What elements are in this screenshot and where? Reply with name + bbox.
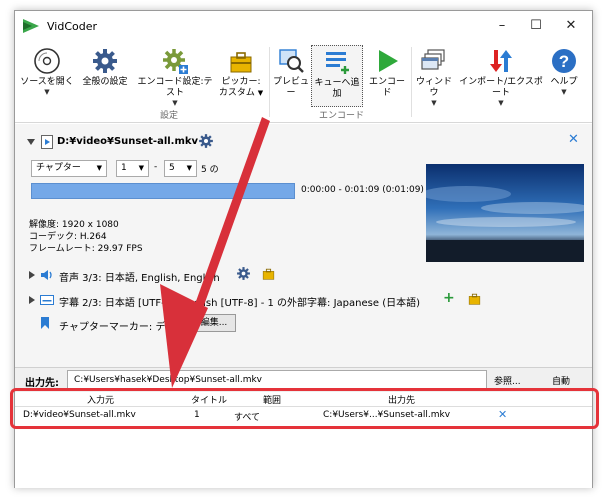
annotation-arrow <box>160 117 270 388</box>
